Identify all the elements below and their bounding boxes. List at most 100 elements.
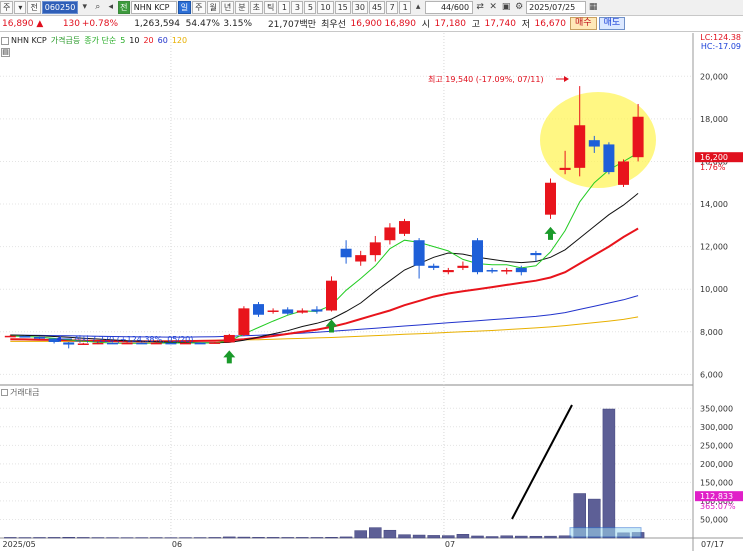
volume-bar bbox=[558, 535, 572, 539]
best-bid: 16,890 bbox=[384, 18, 417, 29]
price-tick-label: 8,000 bbox=[700, 328, 723, 337]
open-label: 시 bbox=[421, 20, 430, 30]
price-tag: 16,200 bbox=[700, 153, 728, 162]
candle-body bbox=[603, 144, 615, 173]
link-icon[interactable]: ⇄ bbox=[474, 1, 486, 14]
interval-button[interactable]: 15 bbox=[334, 1, 351, 14]
candle-body bbox=[530, 253, 542, 256]
low-price: 16,670 bbox=[534, 18, 567, 29]
legend-indicator: 가격급등 bbox=[50, 36, 81, 45]
candle-body bbox=[442, 270, 454, 273]
interval-button[interactable]: 30 bbox=[351, 1, 368, 14]
period-tab-tick[interactable]: 틱 bbox=[264, 1, 278, 14]
candle-body bbox=[588, 140, 600, 147]
stock-chart[interactable]: 최고 19,540 (-17.09%, 07/11) 최저 7,220 (+124… bbox=[0, 33, 743, 551]
period-tab-month[interactable]: 월 bbox=[206, 1, 220, 14]
candle-body bbox=[486, 270, 498, 272]
volume-highlight-box bbox=[569, 527, 642, 538]
candle-body bbox=[399, 221, 410, 234]
volume-bar bbox=[544, 535, 557, 539]
period-tab-year[interactable]: 년 bbox=[220, 1, 235, 14]
candle-body bbox=[428, 265, 440, 268]
legend-stock-name: NHN KCP bbox=[11, 36, 47, 45]
spinner-icon[interactable]: ▴ bbox=[412, 1, 424, 14]
period-tab-day[interactable]: 일 bbox=[177, 1, 192, 14]
toolbar-button-all[interactable]: 전 bbox=[27, 1, 41, 14]
candle-body bbox=[267, 310, 279, 312]
x-tick-label: 06 bbox=[172, 540, 182, 549]
calendar-icon[interactable]: ▦ bbox=[587, 1, 599, 14]
legend-ma5: 5 bbox=[120, 36, 126, 45]
candle-body bbox=[34, 336, 45, 339]
legend-ma60: 60 bbox=[157, 36, 168, 45]
interval-button[interactable]: 5 bbox=[304, 1, 317, 14]
volume-bar bbox=[442, 535, 455, 539]
gear-icon[interactable]: ⚙ bbox=[513, 1, 525, 14]
candle-body bbox=[545, 182, 556, 215]
period-tab-week[interactable]: 주 bbox=[192, 1, 206, 14]
volume-tick-label: 250,000 bbox=[700, 441, 733, 450]
speaker-icon[interactable]: ◂ bbox=[105, 1, 117, 14]
candle-body bbox=[19, 336, 31, 338]
volume-bar bbox=[427, 535, 440, 539]
interval-button[interactable]: 1 bbox=[399, 1, 412, 14]
volume-bar bbox=[281, 537, 294, 539]
candle-body bbox=[384, 227, 396, 241]
period-tab-second[interactable]: 초 bbox=[249, 1, 263, 14]
stock-code-input[interactable]: 060250 bbox=[41, 1, 78, 14]
volume-bar bbox=[412, 534, 426, 539]
volume-bar bbox=[339, 536, 353, 539]
toolbar-button-week[interactable]: 주 bbox=[0, 1, 14, 14]
period-tab-minute[interactable]: 분 bbox=[235, 1, 249, 14]
data-count-field[interactable]: 44/600 bbox=[425, 1, 474, 14]
volume-bar bbox=[266, 537, 280, 539]
interval-button[interactable]: 45 bbox=[368, 1, 386, 14]
candle-body bbox=[223, 334, 235, 343]
candle-body bbox=[194, 342, 206, 345]
volume-ratio: 54.47% bbox=[185, 18, 220, 29]
interval-button[interactable]: 3 bbox=[291, 1, 304, 14]
volume-value: 1,263,594 bbox=[134, 18, 180, 29]
scale-badges: LC:124.38 HC:-17.09 bbox=[700, 33, 741, 51]
stock-name-field[interactable]: NHN KCP bbox=[130, 1, 177, 14]
tool-icon[interactable]: ✕ bbox=[487, 1, 499, 14]
image-icon[interactable]: ▣ bbox=[500, 1, 512, 14]
chevron-down-icon[interactable]: ▾ bbox=[79, 1, 91, 14]
lc-badge: LC:124.38 bbox=[700, 33, 741, 42]
date-field[interactable]: 2025/07/25 bbox=[526, 1, 587, 14]
change-value: 130 bbox=[62, 18, 80, 29]
volume-bar bbox=[310, 537, 324, 539]
volume-bar bbox=[500, 535, 513, 539]
interval-button[interactable]: 1 bbox=[278, 1, 291, 14]
best-label: 최우선 bbox=[321, 20, 346, 30]
open-price: 17,180 bbox=[434, 18, 467, 29]
grid-toggle-icon[interactable]: ▤ bbox=[1, 48, 10, 57]
sell-button[interactable]: 매도 bbox=[598, 17, 626, 30]
volume-legend: 거래대금 bbox=[1, 387, 39, 398]
candle-body bbox=[574, 125, 586, 168]
chart-toolbar: 주 ▾ 전 060250 ▾ ⌕ ◂ 전 NHN KCP 일 주 월 년 분 초… bbox=[0, 0, 743, 16]
chart-legend: NHN KCP 가격급등 종가 단순 5 10 20 60 120 bbox=[1, 35, 191, 46]
volume-bar bbox=[529, 535, 543, 539]
interval-button[interactable]: 10 bbox=[317, 1, 334, 14]
low-label: 저 bbox=[521, 20, 530, 30]
candle-body bbox=[515, 267, 527, 273]
volume-tick-label: 350,000 bbox=[700, 404, 733, 413]
checkbox-icon[interactable] bbox=[1, 389, 8, 396]
all-market-badge[interactable]: 전 bbox=[117, 1, 130, 14]
volume-bar bbox=[252, 537, 265, 539]
candle-body bbox=[472, 240, 483, 273]
legend-ma-label: 종가 단순 bbox=[84, 36, 117, 45]
legend-ma20: 20 bbox=[143, 36, 154, 45]
buy-button[interactable]: 매수 bbox=[570, 17, 597, 30]
volume-bar bbox=[223, 536, 236, 539]
dropdown-arrow[interactable]: ▾ bbox=[14, 1, 27, 14]
candle-body bbox=[340, 248, 352, 258]
volume-bar bbox=[354, 530, 367, 539]
search-icon[interactable]: ⌕ bbox=[92, 1, 104, 14]
interval-button[interactable]: 7 bbox=[386, 1, 399, 14]
checkbox-icon[interactable] bbox=[1, 36, 9, 45]
volume-bar bbox=[296, 537, 309, 539]
candle-body bbox=[238, 308, 250, 335]
candle-body bbox=[311, 309, 323, 312]
